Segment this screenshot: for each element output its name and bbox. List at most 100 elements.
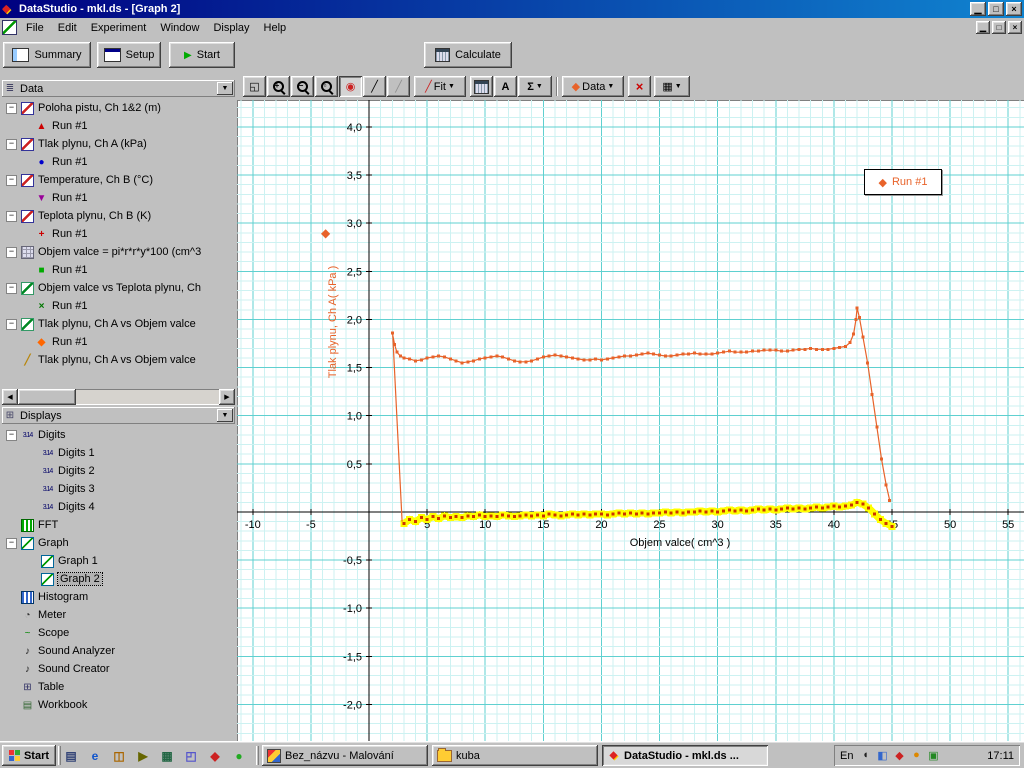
series-marker[interactable] (513, 515, 516, 518)
data-tree-item[interactable]: −Objem valce = pi*r*r*y*100 (cm^3 (2, 243, 235, 261)
series-marker[interactable] (553, 354, 556, 357)
series-marker[interactable] (548, 512, 551, 515)
zoom-select-button[interactable]: ▫ (315, 76, 338, 97)
series-marker[interactable] (852, 332, 855, 335)
display-tree-item[interactable]: ♪Sound Creator (2, 660, 235, 678)
series-marker[interactable] (849, 341, 852, 344)
display-icon[interactable]: ◧ (875, 749, 889, 762)
series-marker[interactable] (507, 357, 510, 360)
series-marker[interactable] (722, 509, 725, 512)
series-marker[interactable] (867, 507, 870, 510)
series-marker[interactable] (501, 355, 504, 358)
task-button[interactable]: ◆DataStudio - mkl.ds ... (602, 745, 768, 766)
series-marker[interactable] (460, 516, 463, 519)
series-marker[interactable] (426, 356, 429, 359)
series-marker[interactable] (395, 351, 398, 354)
series-marker[interactable] (652, 511, 655, 514)
run-item[interactable]: ●Run #1 (2, 153, 235, 171)
run-item[interactable]: ◆Run #1 (2, 333, 235, 351)
outlook-icon[interactable]: ◫ (110, 749, 128, 763)
series-marker[interactable] (437, 355, 440, 358)
menu-file[interactable]: File (19, 20, 51, 36)
series-marker[interactable] (664, 355, 667, 358)
series-marker[interactable] (699, 353, 702, 356)
series-marker[interactable] (536, 513, 539, 516)
series-marker[interactable] (449, 357, 452, 360)
run-item[interactable]: ▲Run #1 (2, 117, 235, 135)
network-icon[interactable]: ▣ (926, 749, 940, 762)
series-marker[interactable] (513, 359, 516, 362)
series-marker[interactable] (734, 509, 737, 512)
series-marker[interactable] (861, 335, 864, 338)
menu-help[interactable]: Help (257, 20, 294, 36)
series-marker[interactable] (786, 507, 789, 510)
task-button[interactable]: kuba (432, 745, 598, 766)
series-marker[interactable] (786, 350, 789, 353)
series-marker[interactable] (594, 357, 597, 360)
start-button[interactable]: ▶ Start (169, 42, 235, 68)
datastudio-app-icon[interactable]: ◆ (2, 3, 15, 16)
series-marker[interactable] (866, 361, 869, 364)
series-marker[interactable] (792, 508, 795, 511)
fit-menu-button[interactable]: ╱ Fit ▼ (414, 76, 466, 97)
display-tree-item[interactable]: ▤Workbook (2, 696, 235, 714)
display-tree-item[interactable]: −3.14Digits (2, 426, 235, 444)
series-marker[interactable] (774, 349, 777, 352)
displays-panel-dropdown-button[interactable]: ▼ (217, 409, 233, 422)
tree-collapse-icon[interactable]: − (6, 211, 17, 222)
run-item[interactable]: ▼Run #1 (2, 189, 235, 207)
series-marker[interactable] (705, 353, 708, 356)
slope-tool-button[interactable]: ╱ (363, 76, 386, 97)
series-marker[interactable] (739, 351, 742, 354)
series-marker[interactable] (617, 511, 620, 514)
series-marker[interactable] (443, 514, 446, 517)
series-marker[interactable] (484, 515, 487, 518)
series-marker[interactable] (536, 357, 539, 360)
menu-edit[interactable]: Edit (51, 20, 84, 36)
series-marker[interactable] (774, 509, 777, 512)
tree-collapse-icon[interactable]: − (6, 247, 17, 258)
series-marker[interactable] (780, 508, 783, 511)
text-tool-button[interactable]: A (494, 76, 517, 97)
display-tree-subitem[interactable]: 3.14Digits 3 (2, 480, 235, 498)
series-marker[interactable] (414, 520, 417, 523)
media-player-icon[interactable]: ▶ (134, 749, 152, 763)
tree-collapse-icon[interactable]: − (6, 175, 17, 186)
scheduler-icon[interactable]: ● (909, 749, 923, 762)
series-marker[interactable] (530, 514, 533, 517)
series-marker[interactable] (768, 508, 771, 511)
series-marker[interactable] (623, 355, 626, 358)
series-marker[interactable] (559, 514, 562, 517)
series-marker[interactable] (710, 509, 713, 512)
series-marker[interactable] (565, 355, 568, 358)
series-marker[interactable] (571, 512, 574, 515)
series-marker[interactable] (710, 353, 713, 356)
series-marker[interactable] (431, 515, 434, 518)
series-marker[interactable] (641, 353, 644, 356)
scale-to-fit-button[interactable]: ◱ (243, 76, 266, 97)
menu-experiment[interactable]: Experiment (84, 20, 154, 36)
display-tree-item[interactable]: −Graph (2, 534, 235, 552)
series-marker[interactable] (426, 518, 429, 521)
y-axis-label[interactable]: Tlak plynu, Ch A( kPa ) (327, 242, 341, 402)
series-marker[interactable] (629, 511, 632, 514)
menu-display[interactable]: Display (206, 20, 256, 36)
series-marker[interactable] (850, 504, 853, 507)
display-tree-item[interactable]: ◔Meter (2, 606, 235, 624)
display-tree-subitem[interactable]: Graph 1 (2, 552, 235, 570)
series-marker[interactable] (838, 346, 841, 349)
data-panel-header[interactable]: ≣ Data ▼ (2, 80, 235, 97)
series-marker[interactable] (880, 457, 883, 460)
package-icon[interactable]: ◰ (182, 749, 200, 763)
series-marker[interactable] (408, 357, 411, 360)
calculator-tool-button[interactable] (470, 76, 493, 97)
series-marker[interactable] (687, 353, 690, 356)
series-marker[interactable] (455, 515, 458, 518)
data-tree-item[interactable]: −Tlak plynu, Ch A (kPa) (2, 135, 235, 153)
series-marker[interactable] (821, 348, 824, 351)
series-marker[interactable] (699, 509, 702, 512)
tree-collapse-icon[interactable]: − (6, 319, 17, 330)
series-marker[interactable] (658, 354, 661, 357)
series-marker[interactable] (612, 512, 615, 515)
tree-collapse-icon[interactable]: − (6, 103, 17, 114)
